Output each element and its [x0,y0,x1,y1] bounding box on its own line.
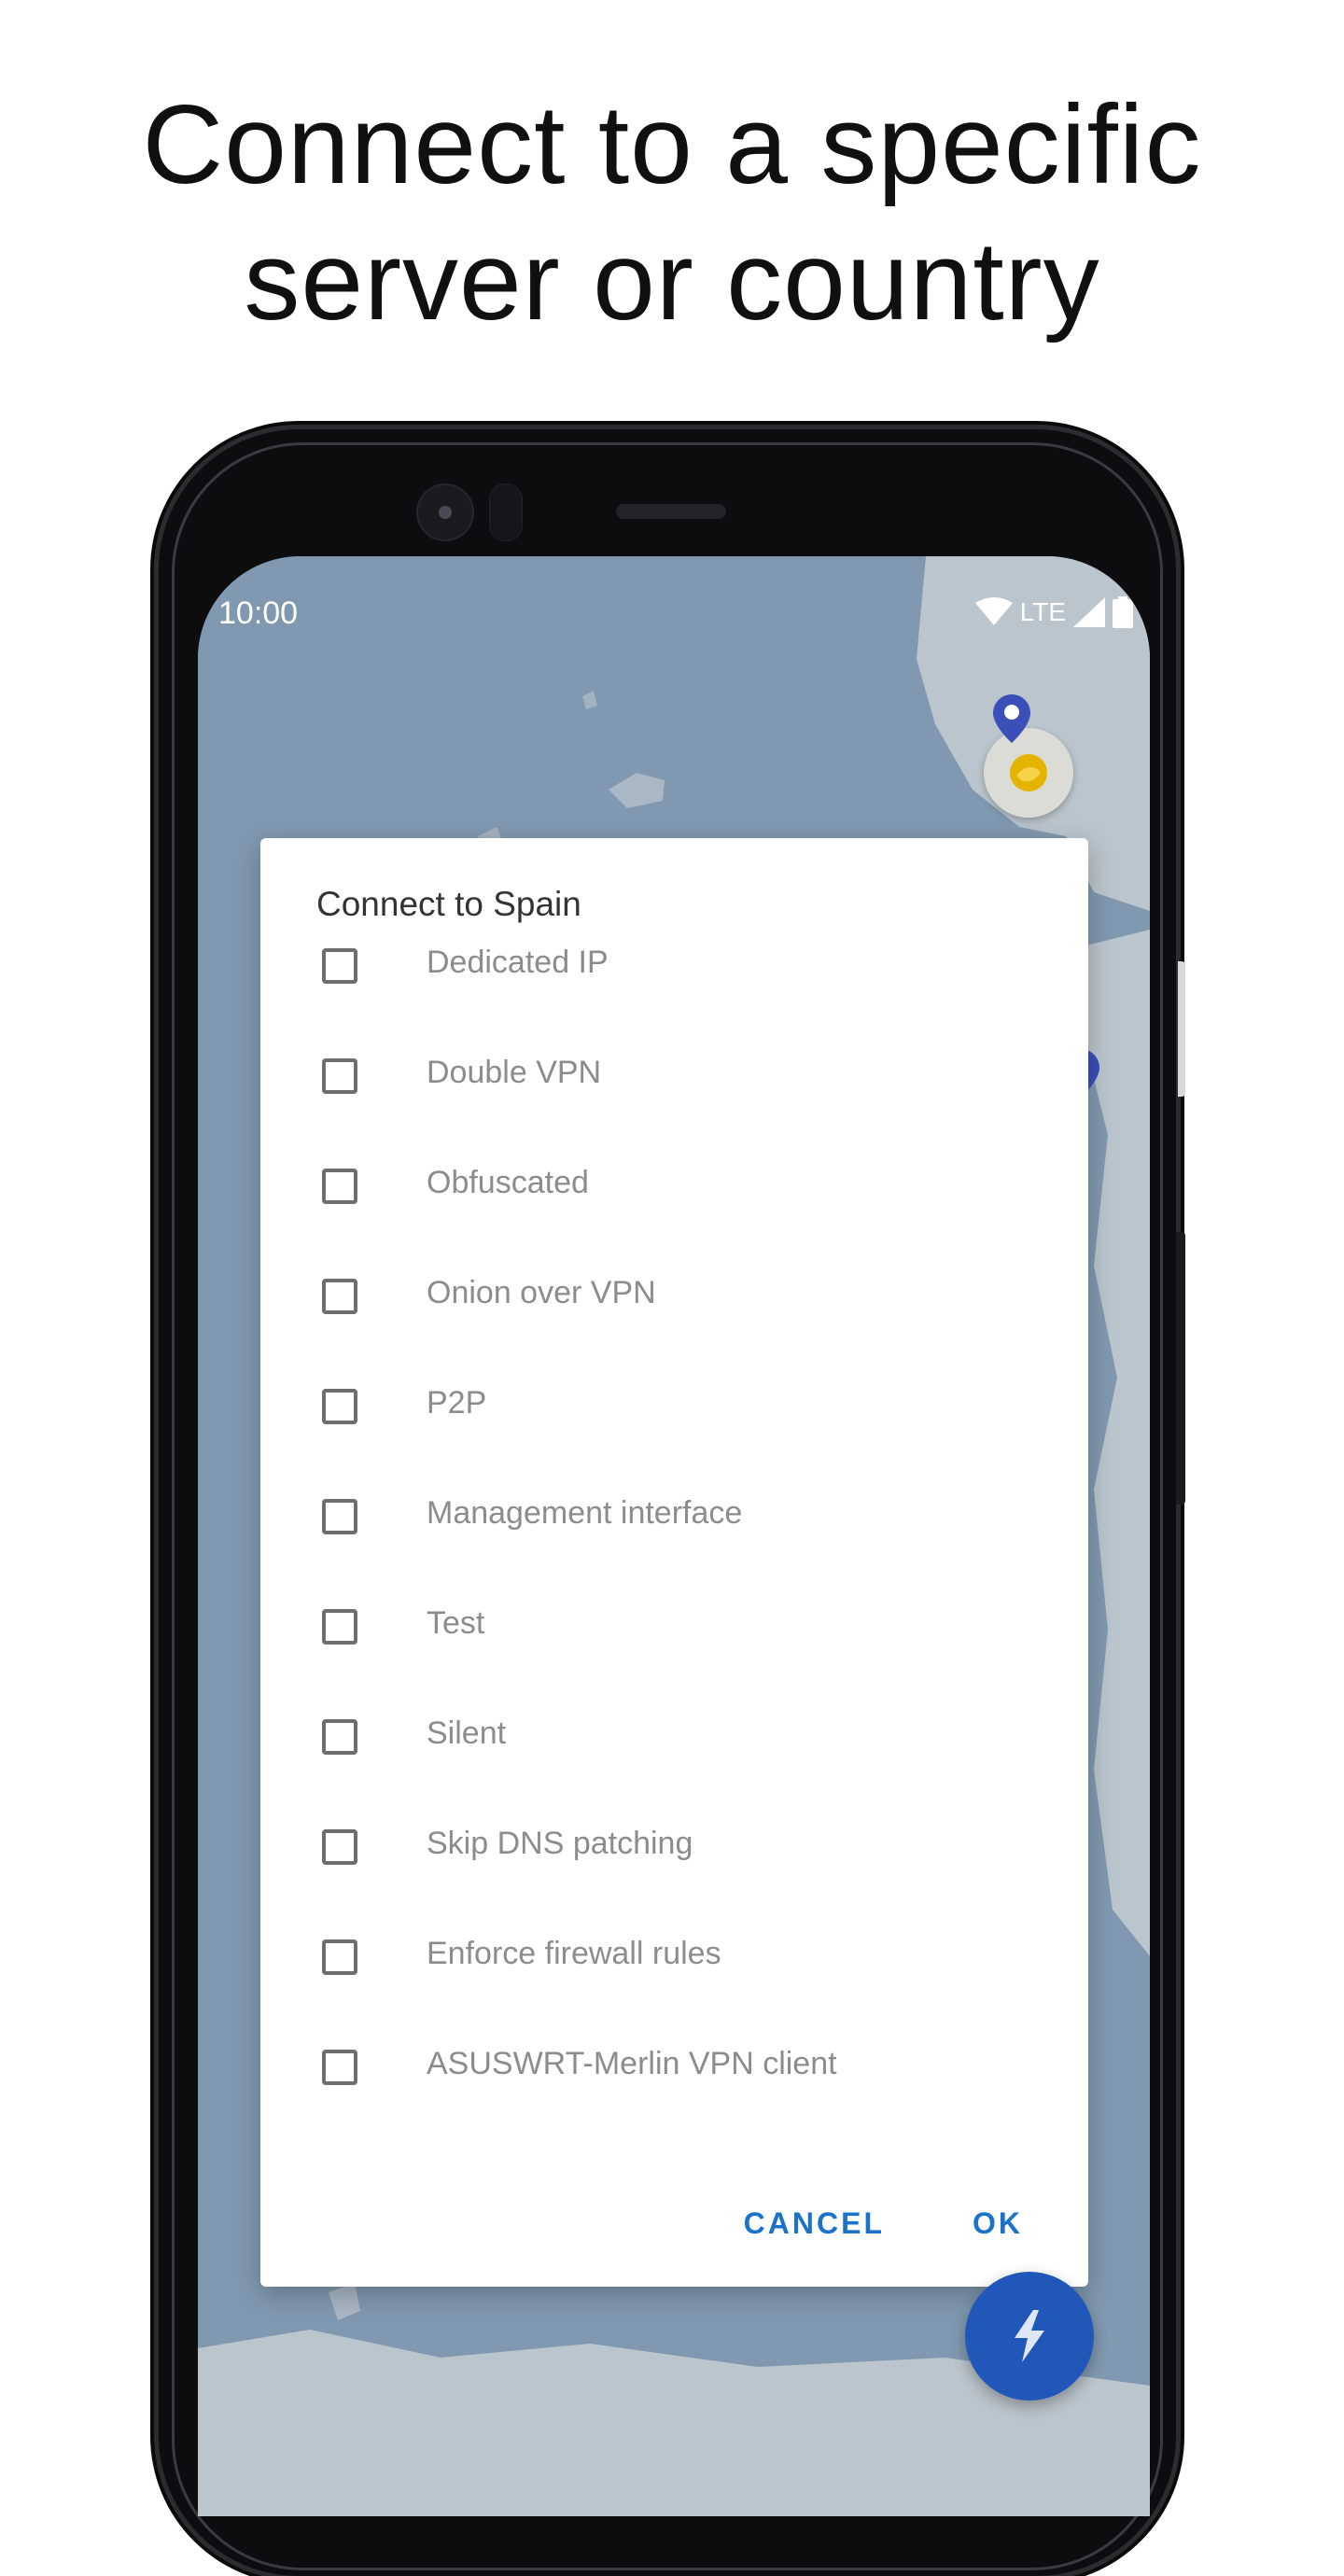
connect-dialog: Connect to Spain Dedicated IP Double VPN… [260,838,1088,2287]
option-onion-over-vpn[interactable]: Onion over VPN [260,1243,1088,1353]
option-skip-dns-patching[interactable]: Skip DNS patching [260,1794,1088,1904]
option-silent[interactable]: Silent [260,1684,1088,1794]
dialog-actions: CANCEL OK [744,2206,1023,2241]
option-label: ASUSWRT-Merlin VPN client [427,2046,837,2081]
option-double-vpn[interactable]: Double VPN [260,1023,1088,1133]
option-obfuscated[interactable]: Obfuscated [260,1133,1088,1243]
checkbox[interactable] [322,1499,357,1534]
option-dedicated-ip[interactable]: Dedicated IP [260,913,1088,1023]
quick-connect-bolt-icon [1015,2310,1044,2362]
option-management-interface[interactable]: Management interface [260,1463,1088,1574]
proximity-sensor [489,483,523,541]
checkbox[interactable] [322,1058,357,1094]
checkbox[interactable] [322,1719,357,1755]
headline: Connect to a specific server or country [0,77,1344,349]
checkbox[interactable] [322,1939,357,1975]
option-p2p[interactable]: P2P [260,1353,1088,1463]
option-label: Enforce firewall rules [427,1936,721,1971]
front-camera [416,483,474,541]
option-label: P2P [427,1385,487,1421]
option-label: Onion over VPN [427,1275,656,1310]
checkbox[interactable] [322,1609,357,1645]
headline-line-1: Connect to a specific [142,82,1202,207]
phone-side-button [1178,961,1185,1097]
earpiece-speaker [616,504,726,519]
phone-power-button [1176,1232,1185,1505]
ok-button[interactable]: OK [973,2206,1023,2241]
option-label: Silent [427,1715,507,1751]
phone-screen: 10:00 LTE Connect to Spain Dedicated IP … [198,556,1150,2516]
option-label: Obfuscated [427,1165,589,1200]
checkbox[interactable] [322,1389,357,1424]
cancel-button[interactable]: CANCEL [744,2206,885,2241]
option-asuswrt-merlin-vpn-client[interactable]: ASUSWRT-Merlin VPN client [260,2014,1088,2124]
option-label: Test [427,1605,485,1641]
option-label: Skip DNS patching [427,1826,693,1861]
option-label: Management interface [427,1495,743,1531]
checkbox[interactable] [322,2050,357,2085]
checkbox[interactable] [322,1169,357,1204]
option-label: Double VPN [427,1055,602,1090]
option-enforce-firewall-rules[interactable]: Enforce firewall rules [260,1904,1088,2014]
option-test[interactable]: Test [260,1574,1088,1684]
checkbox[interactable] [322,948,357,984]
quick-connect-button[interactable] [965,2272,1094,2401]
option-label: Dedicated IP [427,945,609,980]
checkbox[interactable] [322,1829,357,1865]
checkbox[interactable] [322,1279,357,1314]
headline-line-2: server or country [244,218,1100,343]
